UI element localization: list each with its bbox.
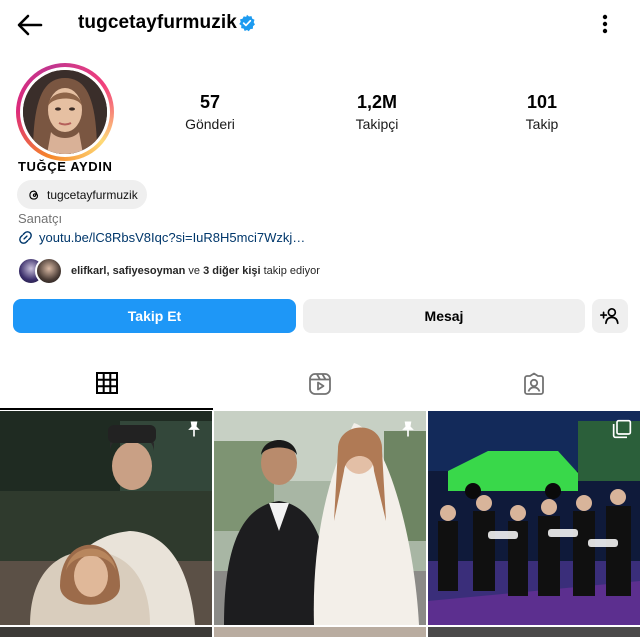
- carousel-icon: [612, 419, 632, 439]
- profile-category: Sanatçı: [18, 211, 63, 226]
- post-thumbnail[interactable]: [214, 411, 426, 625]
- mutual-followers[interactable]: elifkarl, safiyesoyman ve 3 diğer kişi t…: [17, 256, 320, 286]
- message-button[interactable]: Mesaj: [303, 299, 585, 333]
- mutual-follower-names: elifkarl, safiyesoyman: [71, 265, 186, 277]
- top-bar: tugcetayfurmuzik: [0, 0, 640, 50]
- stat-followers[interactable]: 1,2M Takipçi: [327, 92, 427, 132]
- threads-handle: tugcetayfurmuzik: [47, 187, 138, 202]
- more-options-icon[interactable]: [594, 10, 616, 38]
- profile-avatar: [23, 70, 107, 154]
- profile-tabs: [0, 358, 640, 410]
- avatar-story-ring[interactable]: [16, 63, 114, 161]
- posts-label: Gönderi: [185, 116, 235, 132]
- suggested-users-button[interactable]: [592, 299, 628, 333]
- posts-grid: [0, 411, 640, 637]
- post-thumbnail[interactable]: [214, 627, 426, 637]
- profile-link-text: youtu.be/lC8RbsV8Iqc?si=IuR8H5mci7Wzkj…: [39, 230, 306, 245]
- grid-icon: [95, 372, 118, 394]
- profile-full-name: TUĞÇE AYDIN: [18, 159, 113, 174]
- stat-posts[interactable]: 57 Gönderi: [160, 92, 260, 132]
- followers-count: 1,2M: [356, 92, 398, 112]
- post-thumbnail[interactable]: [0, 411, 212, 625]
- stat-following[interactable]: 101 Takip: [492, 92, 592, 132]
- tagged-person-icon: [523, 372, 544, 395]
- follow-button[interactable]: Takip Et: [13, 299, 296, 333]
- threads-icon: [29, 190, 39, 200]
- tab-posts[interactable]: [0, 358, 213, 410]
- post-thumbnail[interactable]: [428, 411, 640, 625]
- verified-badge-icon: [238, 14, 256, 32]
- mutual-follower-others: 3 diğer kişi: [203, 265, 261, 277]
- tab-reels[interactable]: [213, 358, 426, 410]
- mutual-follower-avatar: [35, 257, 63, 285]
- following-count: 101: [526, 92, 558, 112]
- post-thumbnail[interactable]: [428, 627, 640, 637]
- followers-label: Takipçi: [355, 116, 399, 132]
- post-thumbnail[interactable]: [0, 627, 212, 637]
- posts-count: 57: [199, 92, 221, 112]
- person-add-icon: [600, 308, 619, 325]
- profile-username: tugcetayfurmuzik: [78, 12, 237, 33]
- pinned-icon: [398, 419, 418, 439]
- tab-tagged[interactable]: [427, 358, 640, 410]
- reels-icon: [308, 373, 331, 395]
- profile-link[interactable]: youtu.be/lC8RbsV8Iqc?si=IuR8H5mci7Wzkj…: [17, 229, 305, 246]
- following-label: Takip: [525, 116, 559, 132]
- pinned-icon: [184, 419, 204, 439]
- threads-badge[interactable]: tugcetayfurmuzik: [17, 180, 147, 209]
- link-icon: [19, 231, 32, 244]
- back-arrow-icon[interactable]: [14, 10, 46, 40]
